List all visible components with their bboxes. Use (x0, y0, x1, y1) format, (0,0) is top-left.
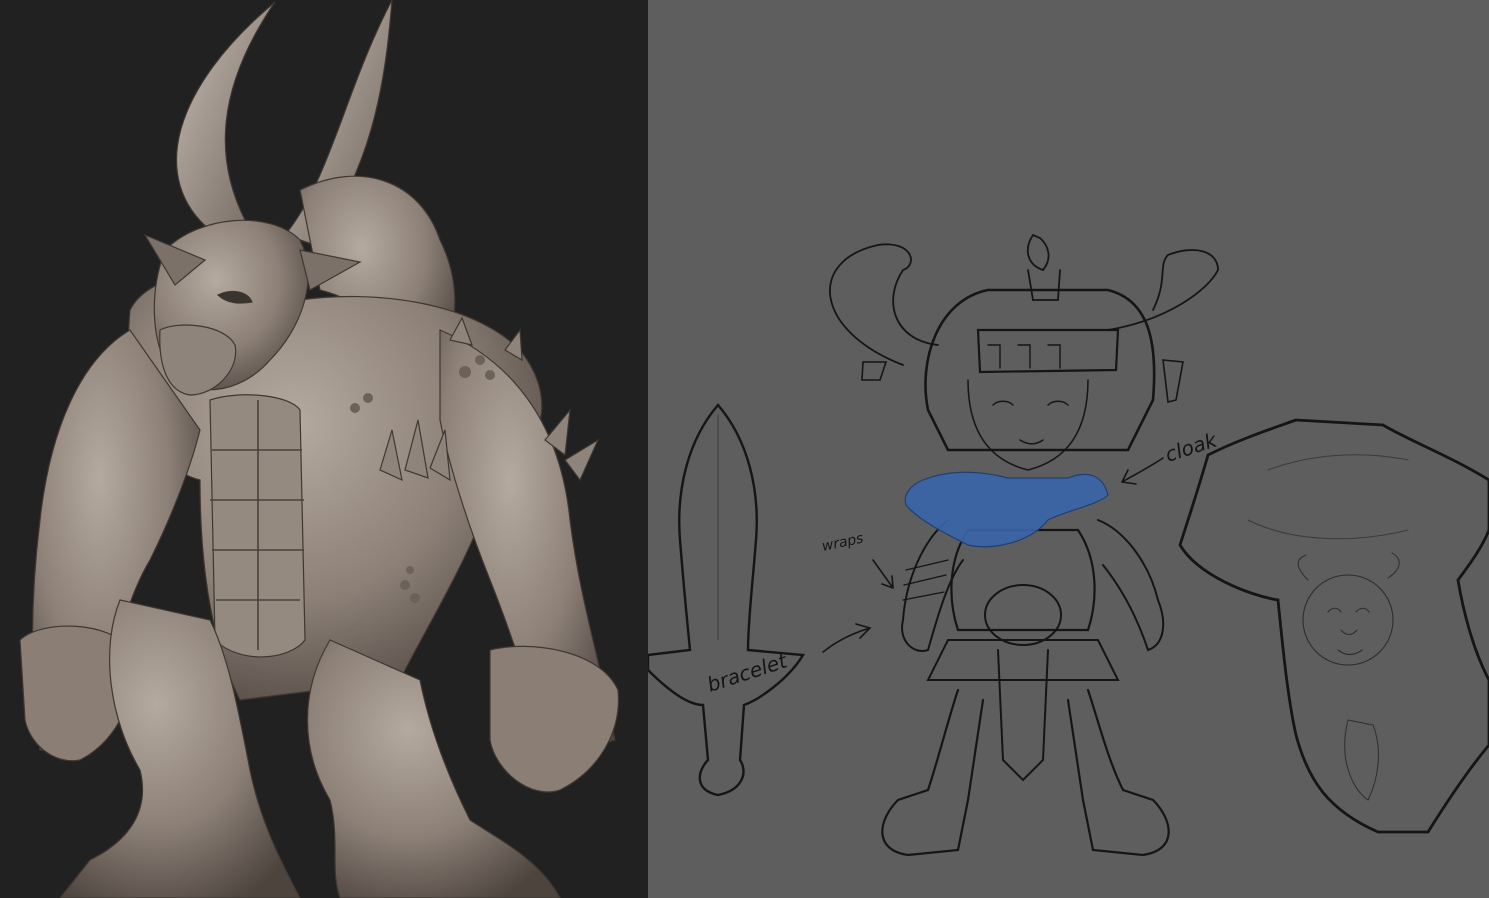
concept-sketch-panel: bracelet cloak wraps (648, 0, 1489, 898)
dragon-sculpt-image (0, 0, 648, 898)
artwork-composite: bracelet cloak wraps (0, 0, 1489, 898)
sculpt-render-panel (0, 0, 648, 898)
sketch-canvas: bracelet cloak wraps (648, 0, 1489, 898)
